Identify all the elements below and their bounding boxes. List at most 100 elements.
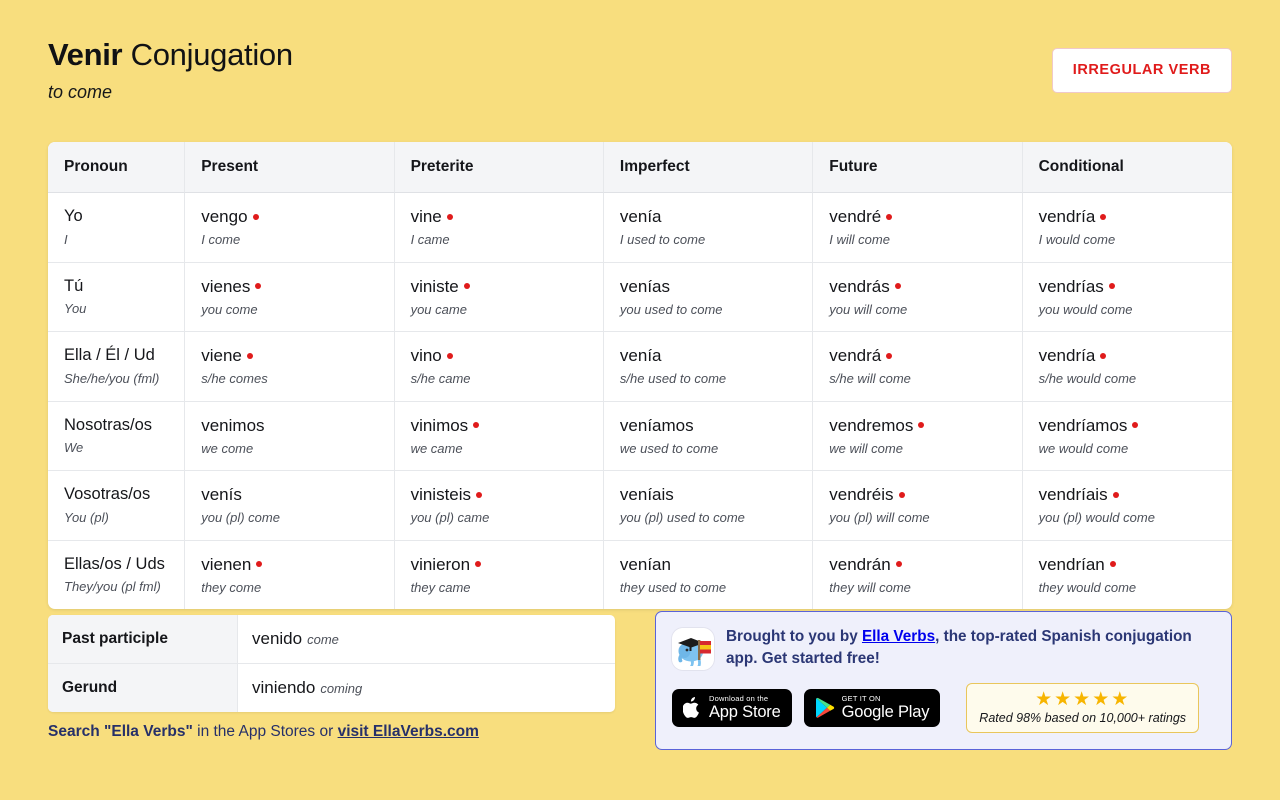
table-row: Nosotras/os We venimos we come vinimos we cam… <box>48 401 1232 471</box>
irregular-marker-icon <box>1100 352 1107 359</box>
conjugation-cell: veníamos we used to come <box>603 401 814 471</box>
form-translation: they come <box>201 579 262 595</box>
conjugation-cell: vendrás you will come <box>813 262 1023 332</box>
table-row: Tú You vienes you come viniste you came venías… <box>48 262 1232 332</box>
rating-text: Rated 98% based on 10,000+ ratings <box>979 710 1187 725</box>
conjugated-form: vendría <box>1039 206 1232 227</box>
irregular-marker-icon <box>1100 213 1107 220</box>
page-title-rest: Conjugation <box>122 37 293 72</box>
ellaverbs-website-link[interactable]: visit EllaVerbs.com <box>338 723 479 740</box>
irregular-marker-icon <box>246 352 253 359</box>
conjugation-cell: vienes you come <box>185 262 395 332</box>
conjugated-form: vendrá <box>829 345 1021 366</box>
verb-form-row: Past participle venido come <box>48 615 615 664</box>
google-play-button[interactable]: GET IT ON Google Play <box>803 688 941 727</box>
irregular-marker-icon <box>446 352 453 359</box>
google-play-icon <box>815 697 834 718</box>
form-translation: you (pl) come <box>201 510 280 526</box>
form-translation: we came <box>410 440 463 456</box>
ella-verbs-app-icon <box>672 628 714 670</box>
pronoun-cell: Ella / Él / Ud She/he/you (fml) <box>48 332 186 402</box>
verb-form-translation: coming <box>320 681 363 696</box>
conjugated-form: venía <box>619 346 662 365</box>
form-translation: you came <box>410 301 467 317</box>
irregular-marker-icon <box>256 561 263 568</box>
form-translation: s/he used to come <box>619 371 727 387</box>
verb-forms-table: Past participle venido come Gerund viniendo c… <box>48 615 615 712</box>
conjugation-cell: venía I used to come <box>603 193 814 263</box>
form-translation: s/he will come <box>829 371 911 387</box>
page-header: Venir Conjugation to come IRREGULAR VERB <box>48 37 1232 128</box>
irregular-marker-icon <box>463 283 470 290</box>
conjugation-cell: venía s/he used to come <box>603 332 814 402</box>
pronoun-label: Ella / Él / Ud <box>64 346 155 364</box>
conjugation-cell: vine I came <box>394 193 604 263</box>
conjugation-cell: vendréis you (pl) will come <box>813 471 1023 541</box>
conjugated-form: vendríamos <box>1039 415 1232 436</box>
conjugated-form: vienes <box>201 276 393 297</box>
conjugated-form: vendríais <box>1039 484 1232 505</box>
conjugation-cell: vendremos we will come <box>813 401 1023 471</box>
conjugated-form: vinieron <box>411 554 603 575</box>
form-translation: s/he would come <box>1038 371 1137 387</box>
column-header-pronoun: Pronoun <box>48 142 186 193</box>
table-row: Ella / Él / Ud She/he/you (fml) viene s/he … <box>48 332 1232 402</box>
form-translation: they came <box>410 579 471 595</box>
conjugation-cell: veníais you (pl) used to come <box>603 471 814 541</box>
irregular-marker-icon <box>255 283 262 290</box>
promo-text: Brought to you by Ella Verbs, the top-ra… <box>726 626 1215 669</box>
conjugated-form: venía <box>619 207 662 226</box>
status-badge: IRREGULAR VERB <box>1051 48 1232 93</box>
conjugated-form: veníamos <box>619 415 694 435</box>
form-translation: s/he came <box>410 371 471 387</box>
form-translation: s/he comes <box>201 371 268 387</box>
irregular-marker-icon <box>252 213 259 220</box>
conjugated-form: viene <box>201 345 393 366</box>
irregular-marker-icon <box>886 213 893 220</box>
form-translation: I would come <box>1038 232 1116 248</box>
column-header-conditional: Conditional <box>1022 142 1232 193</box>
verb-form-row: Gerund viniendo coming <box>48 664 615 712</box>
promo-ella-verbs-link[interactable]: Ella Verbs <box>862 628 935 645</box>
table-row: Vosotras/os You (pl) venís you (pl) come vin… <box>48 471 1232 541</box>
conjugated-form: vendrás <box>829 276 1021 297</box>
form-translation: you (pl) used to come <box>619 510 745 526</box>
irregular-marker-icon <box>1132 422 1139 429</box>
pronoun-cell: Tú You <box>48 262 186 332</box>
promo-text-before: Brought to you by <box>726 628 862 645</box>
conjugation-cell: viene s/he comes <box>185 332 395 402</box>
google-play-big-label: Google Play <box>841 703 930 722</box>
store-badges-row: Download on the App Store GET IT ON Goog… <box>672 683 1215 733</box>
conjugated-form: vendremos <box>829 415 1021 436</box>
conjugation-cell: vinisteis you (pl) came <box>394 471 604 541</box>
column-header-imperfect: Imperfect <box>603 142 814 193</box>
app-store-button[interactable]: Download on the App Store <box>672 688 792 727</box>
conjugated-form: vendría <box>1039 345 1232 366</box>
conjugated-form: vendré <box>829 206 1021 227</box>
irregular-marker-icon <box>476 491 483 498</box>
pronoun-cell: Vosotras/os You (pl) <box>48 471 186 541</box>
search-instructions-bold: Search "Ella Verbs" <box>48 723 193 740</box>
form-translation: they would come <box>1038 579 1137 595</box>
star-rating-icon: ★★★★★ <box>1035 689 1131 710</box>
conjugation-cell: vendríais you (pl) would come <box>1022 471 1232 541</box>
conjugation-cell: vino s/he came <box>394 332 604 402</box>
search-instructions: Search "Ella Verbs" in the App Stores or… <box>48 723 479 741</box>
conjugated-form: vino <box>411 345 603 366</box>
form-translation: you (pl) would come <box>1038 510 1155 526</box>
conjugation-cell: venimos we come <box>185 401 395 471</box>
conjugated-form: vienen <box>201 554 393 575</box>
conjugation-cell: vinimos we came <box>394 401 604 471</box>
conjugated-form: venías <box>619 276 670 296</box>
conjugation-cell: vendríamos we would come <box>1022 402 1232 471</box>
conjugated-form: vendrías <box>1039 276 1232 297</box>
conjugated-form: venís <box>201 485 242 504</box>
conjugation-cell: venían they used to come <box>604 540 814 609</box>
pronoun-translation: I <box>64 231 68 247</box>
conjugated-form: vengo <box>201 206 393 227</box>
irregular-marker-icon <box>446 213 453 220</box>
conjugation-cell: vendría I would come <box>1022 193 1232 263</box>
column-header-future: Future <box>813 142 1023 193</box>
form-translation: you used to come <box>619 301 723 317</box>
promo-box: Brought to you by Ella Verbs, the top-ra… <box>655 611 1232 750</box>
